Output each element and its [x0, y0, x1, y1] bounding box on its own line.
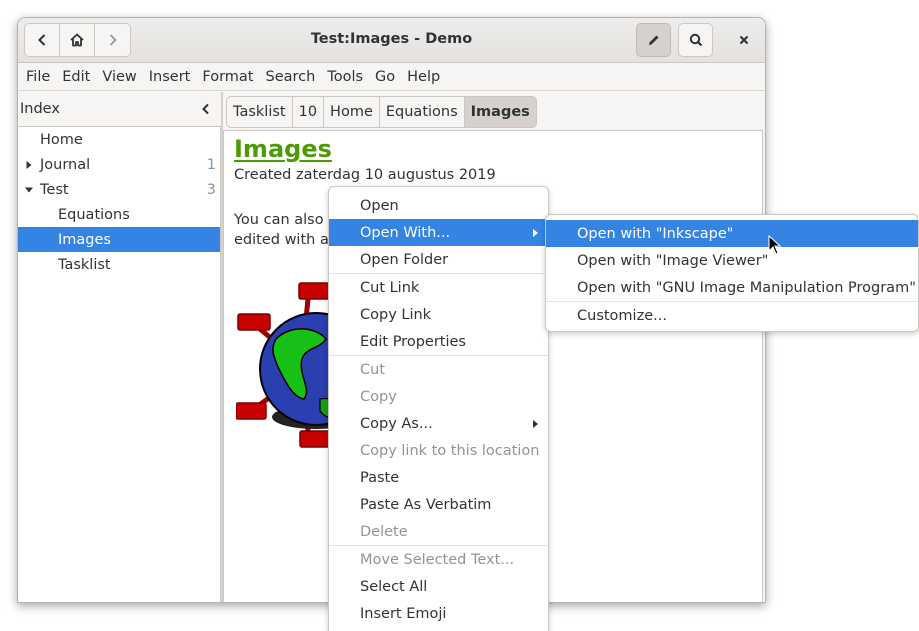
network-globe-icon: [236, 282, 336, 448]
menu-item-copy: Copy: [329, 383, 548, 410]
context-menu: Open Open With... Open Folder Cut Link C…: [328, 186, 549, 631]
tree-item-count: 3: [206, 181, 216, 198]
menu-help[interactable]: Help: [401, 69, 446, 85]
menu-bar: File Edit View Insert Format Search Tool…: [18, 63, 765, 91]
menu-item-label: Paste As Verbatim: [360, 496, 492, 513]
menu-item-label: Paste: [360, 469, 400, 486]
menu-item-insert-emoji[interactable]: Insert Emoji: [329, 600, 548, 627]
menu-item-open-with[interactable]: Open With...: [329, 219, 548, 246]
search-icon: [689, 33, 702, 47]
expander-collapsed-icon[interactable]: [24, 160, 34, 170]
tree-item-label: Journal: [40, 156, 91, 173]
path-button-tasklist[interactable]: Tasklist: [227, 97, 293, 127]
back-button[interactable]: [25, 24, 60, 56]
index-title: Index: [20, 101, 60, 117]
tree-item-images[interactable]: Images: [18, 227, 220, 252]
menu-view[interactable]: View: [96, 69, 142, 85]
tree-item-label: Home: [40, 131, 83, 148]
tree-item-label: Images: [58, 231, 111, 248]
page-paragraph: You can also in edited with any: [234, 210, 330, 250]
menu-item-copy-as[interactable]: Copy As...: [329, 410, 548, 437]
menu-insert[interactable]: Insert: [143, 69, 197, 85]
menu-item-label: Copy Link: [360, 306, 432, 323]
tree-item-equations[interactable]: Equations: [18, 202, 220, 227]
menu-item-edit-properties[interactable]: Edit Properties: [329, 328, 548, 355]
menu-item-label: Open: [360, 197, 399, 214]
chevron-left-icon: [38, 34, 46, 46]
tree-item-label: Tasklist: [58, 256, 111, 273]
menu-item-paste-verbatim[interactable]: Paste As Verbatim: [329, 491, 548, 518]
menu-item-label: Copy: [360, 388, 397, 405]
tree-item-home[interactable]: Home: [18, 127, 220, 152]
submenu-item-image-viewer[interactable]: Open with "Image Viewer": [546, 247, 918, 274]
menu-item-label: Cut: [360, 361, 385, 378]
menu-item-copy-link[interactable]: Copy Link: [329, 301, 548, 328]
mouse-pointer-icon: [768, 235, 782, 255]
submenu-item-inkscape[interactable]: Open with "Inkscape": [546, 220, 918, 247]
menu-item-label: Copy As...: [360, 415, 433, 432]
edit-toggle-button[interactable]: [636, 23, 671, 57]
menu-file[interactable]: File: [20, 69, 56, 85]
close-icon: [739, 35, 748, 45]
menu-item-paste[interactable]: Paste: [329, 464, 548, 491]
close-button[interactable]: [726, 23, 761, 57]
submenu-item-gimp[interactable]: Open with "GNU Image Manipulation Progra…: [546, 274, 918, 301]
menu-item-move-selected-text: Move Selected Text...: [329, 546, 548, 573]
pencil-icon: [648, 35, 658, 45]
chevron-right-icon: [109, 34, 117, 46]
menu-item-label: Edit Properties: [360, 333, 466, 350]
menu-item-label: Open Folder: [360, 251, 449, 268]
menu-format[interactable]: Format: [196, 69, 259, 85]
header-bar: Test:Images - Demo: [18, 18, 765, 63]
path-button-home[interactable]: Home: [324, 97, 380, 127]
navigation-buttons: [24, 23, 131, 57]
menu-item-cut-link[interactable]: Cut Link: [329, 274, 548, 301]
menu-search[interactable]: Search: [259, 69, 321, 85]
menu-go[interactable]: Go: [369, 69, 401, 85]
path-button-images[interactable]: Images: [464, 97, 536, 127]
menu-item-open-folder[interactable]: Open Folder: [329, 246, 548, 273]
menu-item-label: Delete: [360, 523, 408, 540]
menu-item-label: Insert Emoji: [360, 605, 447, 622]
menu-edit[interactable]: Edit: [56, 69, 96, 85]
menu-item-delete: Delete: [329, 518, 548, 545]
menu-item-label: Select All: [360, 578, 428, 595]
tree-item-journal[interactable]: Journal 1: [18, 152, 220, 177]
menu-item-cut: Cut: [329, 356, 548, 383]
menu-item-label: Cut Link: [360, 279, 420, 296]
search-button[interactable]: [678, 23, 713, 57]
home-button[interactable]: [60, 24, 95, 56]
index-tree: Home Journal 1 Test 3 Equations Images T…: [18, 126, 221, 602]
tree-item-tasklist[interactable]: Tasklist: [18, 252, 220, 277]
pathbar: Tasklist 10 Home Equations Images: [226, 96, 537, 128]
tree-item-label: Equations: [58, 206, 130, 223]
expander-expanded-icon[interactable]: [24, 185, 34, 195]
menu-item-label: Open With...: [360, 224, 451, 241]
menu-tools[interactable]: Tools: [321, 69, 369, 85]
path-button-equations[interactable]: Equations: [380, 97, 465, 127]
menu-item-open[interactable]: Open: [329, 192, 548, 219]
submenu-arrow-icon: [533, 229, 538, 237]
forward-button[interactable]: [95, 24, 130, 56]
embedded-image[interactable]: [236, 279, 336, 451]
path-button-10[interactable]: 10: [293, 97, 325, 127]
tree-item-count: 1: [206, 156, 216, 173]
menu-item-label: Move Selected Text...: [360, 551, 515, 568]
paragraph-line: edited with any: [234, 232, 330, 248]
submenu-arrow-icon: [533, 420, 538, 428]
menu-item-label: Copy link to this location: [360, 442, 540, 459]
created-date: Created zaterdag 10 augustus 2019: [234, 167, 496, 183]
open-with-submenu: Open with "Inkscape" Open with "Image Vi…: [545, 214, 919, 332]
page-heading: Images: [234, 135, 332, 163]
menu-item-copy-link-location: Copy link to this location: [329, 437, 548, 464]
tree-item-label: Test: [40, 181, 69, 198]
paragraph-line: You can also in: [234, 212, 330, 228]
home-icon: [70, 33, 84, 47]
submenu-item-customize[interactable]: Customize...: [546, 302, 918, 329]
menu-item-select-all[interactable]: Select All: [329, 573, 548, 600]
tree-item-test[interactable]: Test 3: [18, 177, 220, 202]
index-header: Index: [18, 92, 222, 126]
chevron-left-icon[interactable]: [200, 103, 212, 115]
